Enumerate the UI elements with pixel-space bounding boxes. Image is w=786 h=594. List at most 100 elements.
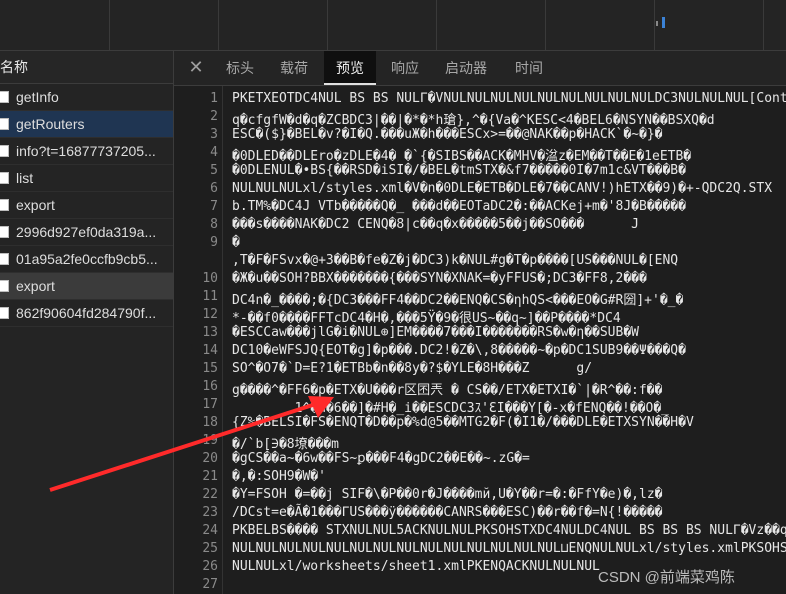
- request-name: getInfo: [16, 89, 59, 105]
- watermark-text: CSDN @前端菜鸡陈: [598, 569, 735, 586]
- preview-line: q�cfgfW�d�q�ZCBDC3|��|�*�*h瑲},^�{Va�^KES…: [232, 113, 715, 128]
- line-number: 2: [210, 109, 218, 124]
- line-number: 23: [202, 505, 218, 520]
- timeline-tick: [654, 0, 655, 50]
- request-row[interactable]: info?t=16877737205...: [0, 138, 173, 165]
- detail-tabbar: ✕ 标头 载荷 预览 响应 启动器 时间: [174, 51, 786, 86]
- tab-response[interactable]: 响应: [381, 51, 429, 85]
- line-number: 1: [210, 91, 218, 106]
- line-number: 15: [202, 361, 218, 376]
- request-name: 2996d927ef0da319a...: [16, 224, 157, 240]
- timeline-request-marker: [656, 21, 658, 26]
- preview-line: b.TM%�DC4J VTb�����Q�_ ���d��EOTaDC2�:��…: [232, 199, 686, 214]
- preview-line: �/`b[∋�8㙩���m: [232, 437, 339, 452]
- request-row[interactable]: export: [0, 192, 173, 219]
- request-row[interactable]: getInfo: [0, 84, 173, 111]
- line-number: 27: [202, 577, 218, 592]
- preview-line: ���s����NAK�DC2 CENQ�8|c��q�x�����5��j��…: [232, 217, 639, 232]
- preview-line: 1^�n�6��]�#H�_i��ESCDC3ｽ'ƐI���Y[�-x�fENQ…: [232, 401, 669, 416]
- preview-text-lines: PKETXEOTDC4NUL BS BS NULΓ�VNULNULNULNULN…: [232, 86, 786, 594]
- preview-content[interactable]: 1 2 3 4 5 6 7 8 9 10 11 12 13 14 15 16 17 18 19 20 21 22 23 24 2…: [174, 86, 786, 594]
- preview-line: DC10�eWFSJQ{EOT�g]�p���.DC2!�Z�\,8�����~…: [232, 343, 686, 358]
- preview-line: DC4n�_����;�{DC3���FF4��DC2��ENQ�CS�ηhQS…: [232, 293, 684, 308]
- preview-line: �Y=FSOH �=��j SIF�\�P��0r�J����mй,U�Y��r…: [232, 487, 663, 502]
- close-icon[interactable]: ✕: [186, 57, 206, 77]
- file-icon: [0, 199, 9, 211]
- timeline-tick: [436, 0, 437, 50]
- line-number: 21: [202, 469, 218, 484]
- line-number: 12: [202, 307, 218, 322]
- timeline-tick: [109, 0, 110, 50]
- line-number: 5: [210, 163, 218, 178]
- name-column-header[interactable]: 名称: [0, 51, 173, 84]
- request-detail-panel: ✕ 标头 载荷 预览 响应 启动器 时间 1 2 3 4 5 6 7 8 9 10 11 12 13 14…: [174, 51, 786, 594]
- line-number: 3: [210, 127, 218, 142]
- preview-line: �0DLENUL�•BS{��RSD�iSI�/�BEL�tmSTX�&f7��…: [232, 163, 686, 178]
- file-icon: [0, 172, 9, 184]
- preview-line: NULNULNULxl/styles.xml�V�n�0DLE�ETB�DLE�…: [232, 181, 773, 196]
- preview-line: NULNULxl/worksheets/sheet1.xmlPKENQACKNU…: [232, 559, 600, 574]
- request-row[interactable]: export: [0, 273, 173, 300]
- line-number-gutter: 1 2 3 4 5 6 7 8 9 10 11 12 13 14 15 16 17 18 19 20 21 22 23 24 2…: [174, 86, 223, 594]
- preview-line: �: [232, 235, 240, 250]
- request-row[interactable]: 01a95a2fe0ccfb9cb5...: [0, 246, 173, 273]
- timeline-tick: [545, 0, 546, 50]
- request-row[interactable]: getRouters: [0, 111, 173, 138]
- line-number: 6: [210, 181, 218, 196]
- file-icon: [0, 253, 9, 265]
- file-icon: [0, 226, 9, 238]
- preview-line: �0DLED��DLEro�zDLE�4� �`{�SIBS��ACK�MHV�…: [232, 149, 692, 164]
- preview-line: ESC�($}�BEL�v?�I�Q.���uЖ�h���ESCx>=��@NA…: [232, 127, 663, 142]
- timeline-tick: [218, 0, 219, 50]
- file-icon: [0, 280, 9, 292]
- tab-timing[interactable]: 时间: [505, 51, 553, 85]
- preview-line: �gCS��a~�6w��FS~ꝑ���F4�gDC2��E��~.zG�=: [232, 451, 530, 466]
- line-number: 16: [202, 379, 218, 394]
- tab-headers[interactable]: 标头: [216, 51, 264, 85]
- preview-line: *-��f0����FFTcDC4�H�,���5Ÿ�9�很US~��q~]��…: [232, 311, 621, 326]
- line-number: 22: [202, 487, 218, 502]
- file-icon: [0, 91, 9, 103]
- request-name: export: [16, 197, 55, 213]
- line-number: 26: [202, 559, 218, 574]
- preview-line: �Ж�u��SOH?BBX�������{���SYN�XNAK=�yFFUS�…: [232, 271, 647, 286]
- preview-line: g����^�FF6�p�ETX�U���r区囨兲 � CS��/ETX�ETX…: [232, 383, 663, 398]
- timeline-tick: [327, 0, 328, 50]
- request-name: 01a95a2fe0ccfb9cb5...: [16, 251, 158, 267]
- line-number: 18: [202, 415, 218, 430]
- file-icon: [0, 145, 9, 157]
- tab-preview[interactable]: 预览: [324, 51, 376, 85]
- preview-line: /DCst=e�Ã�1���ΓUS���ÿ������CANRS���ESC)�…: [232, 505, 663, 520]
- request-name: getRouters: [16, 116, 85, 132]
- file-icon: [0, 307, 9, 319]
- preview-line: PKETXEOTDC4NUL BS BS NULΓ�VNULNULNULNULN…: [232, 91, 786, 106]
- timeline-tick: [763, 0, 764, 50]
- request-name: 862f90604fd284790f...: [16, 305, 157, 321]
- file-icon: [0, 118, 9, 130]
- preview-line: ,T�F�FSvx�@+3��B�fe�Z�j�DC3)k�NUL#g�T�p�…: [232, 253, 679, 268]
- preview-line: PKBELBS���� STXNULNUL5ACKNULNULPKSOHSTXD…: [232, 523, 786, 538]
- preview-line: NULNULNULNULNULNULNULNULNULNULNULNULNULN…: [232, 541, 786, 556]
- request-row[interactable]: 2996d927ef0da319a...: [0, 219, 173, 246]
- timeline-request-marker: [662, 17, 665, 28]
- tab-initiator[interactable]: 启动器: [435, 51, 497, 85]
- line-number: 20: [202, 451, 218, 466]
- line-number: 11: [202, 289, 218, 304]
- preview-line: �,�:SOH9�W�': [232, 469, 326, 484]
- request-row[interactable]: list: [0, 165, 173, 192]
- line-number: 4: [210, 145, 218, 160]
- preview-line: �ESCCaw���jlG�i�NUL⊕]EM����7���I�������R…: [232, 325, 639, 340]
- line-number: 7: [210, 199, 218, 214]
- request-name: info?t=16877737205...: [16, 143, 156, 159]
- network-timeline-overview[interactable]: [0, 0, 786, 51]
- request-row[interactable]: 862f90604fd284790f...: [0, 300, 173, 327]
- line-number: 9: [210, 235, 218, 250]
- line-number: 24: [202, 523, 218, 538]
- line-number: 25: [202, 541, 218, 556]
- request-name: export: [16, 278, 55, 294]
- line-number: 14: [202, 343, 218, 358]
- preview-line: SO^�O7�`D=E?1�ETBb�n��8y�?$�YLE�8H���Z g…: [232, 361, 593, 376]
- line-number: 19: [202, 433, 218, 448]
- line-number: 10: [202, 271, 218, 286]
- tab-payload[interactable]: 载荷: [270, 51, 318, 85]
